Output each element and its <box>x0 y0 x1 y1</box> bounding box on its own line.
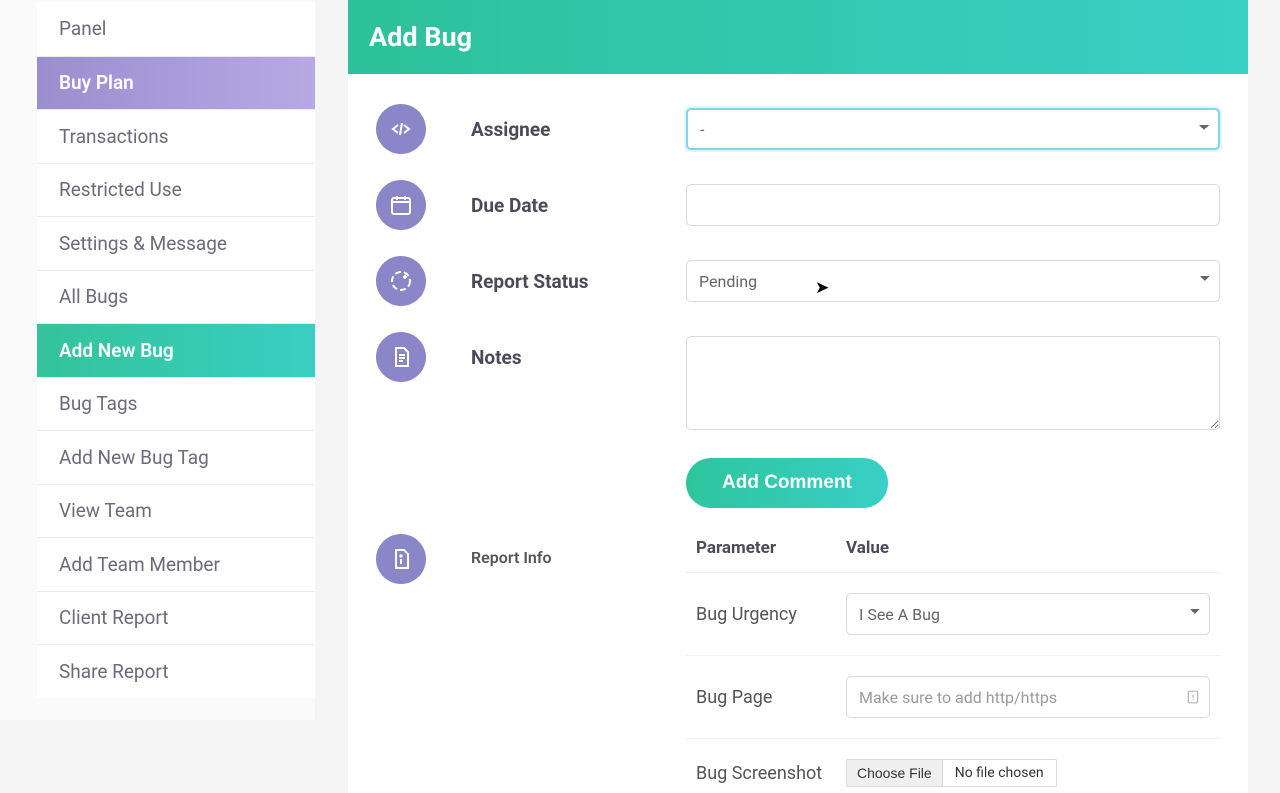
page-header: Add Bug <box>348 0 1248 74</box>
table-row: Bug Urgency I See A Bug <box>686 573 1220 656</box>
file-state-label: No file chosen <box>943 760 1056 786</box>
sidebar-item-label: Add New Bug <box>59 339 174 362</box>
sidebar-item-label: Client Report <box>59 606 169 629</box>
sidebar-item-transactions[interactable]: Transactions <box>37 109 315 163</box>
sidebar-item-restricted-use[interactable]: Restricted Use <box>37 163 315 217</box>
sidebar-item-label: Restricted Use <box>59 178 182 201</box>
info-icon <box>376 534 426 584</box>
bug-page-input[interactable] <box>846 676 1210 718</box>
label-due-date: Due Date <box>471 184 686 217</box>
choose-file-button[interactable]: Choose File <box>847 760 943 786</box>
table-row: Bug Screenshot Choose File No file chose… <box>686 739 1220 793</box>
param-bug-page: Bug Page <box>696 687 846 708</box>
sidebar-item-bug-tags[interactable]: Bug Tags <box>37 377 315 431</box>
sidebar-item-label: Panel <box>59 17 106 40</box>
table-row: Bug Page <box>686 656 1220 739</box>
button-label: Add Comment <box>722 472 852 493</box>
label-report-info: Report Info <box>471 538 686 567</box>
label-notes: Notes <box>471 336 686 369</box>
label-report-status: Report Status <box>471 260 686 293</box>
sidebar-item-add-new-bug-tag[interactable]: Add New Bug Tag <box>37 430 315 484</box>
sidebar-item-buy-plan[interactable]: Buy Plan <box>37 56 315 110</box>
sidebar: Panel Buy Plan Transactions Restricted U… <box>0 0 315 720</box>
notes-icon <box>376 332 426 382</box>
sidebar-item-label: All Bugs <box>59 285 128 308</box>
param-bug-screenshot: Bug Screenshot <box>696 763 846 784</box>
bug-urgency-select[interactable]: I See A Bug <box>846 593 1210 635</box>
due-date-input[interactable] <box>686 184 1220 226</box>
sidebar-item-view-team[interactable]: View Team <box>37 484 315 538</box>
sidebar-item-client-report[interactable]: Client Report <box>37 591 315 645</box>
sidebar-item-share-report[interactable]: Share Report <box>37 644 315 698</box>
target-plus-icon <box>376 256 426 306</box>
code-icon <box>376 104 426 154</box>
column-header-value: Value <box>846 538 1210 558</box>
sidebar-item-label: Share Report <box>59 660 169 683</box>
report-status-select[interactable]: Pending <box>686 260 1220 302</box>
sidebar-item-add-team-member[interactable]: Add Team Member <box>37 537 315 591</box>
sidebar-item-label: Add New Bug Tag <box>59 446 209 469</box>
param-bug-urgency: Bug Urgency <box>696 604 846 625</box>
sidebar-item-all-bugs[interactable]: All Bugs <box>37 270 315 324</box>
page-icon <box>1186 689 1200 705</box>
sidebar-item-label: Add Team Member <box>59 553 220 576</box>
sidebar-item-label: Bug Tags <box>59 392 137 415</box>
assignee-select[interactable]: - <box>686 108 1220 150</box>
sidebar-item-settings-message[interactable]: Settings & Message <box>37 216 315 270</box>
sidebar-item-label: Settings & Message <box>59 232 227 255</box>
main-content: Add Bug Assignee - <box>315 0 1280 720</box>
report-info-table: Parameter Value Bug Urgency I See A Bug … <box>686 538 1220 793</box>
sidebar-item-add-new-bug[interactable]: Add New Bug <box>37 323 315 377</box>
label-assignee: Assignee <box>471 108 686 141</box>
add-comment-button[interactable]: Add Comment <box>686 458 888 508</box>
notes-textarea[interactable] <box>686 336 1220 430</box>
sidebar-item-panel[interactable]: Panel <box>37 2 315 56</box>
form-card: Assignee - Due Date <box>348 74 1248 793</box>
sidebar-item-label: View Team <box>59 499 152 522</box>
sidebar-item-label: Buy Plan <box>59 71 134 94</box>
column-header-parameter: Parameter <box>696 538 846 558</box>
page-title: Add Bug <box>369 21 472 53</box>
calendar-icon <box>376 180 426 230</box>
sidebar-item-label: Transactions <box>59 125 169 148</box>
